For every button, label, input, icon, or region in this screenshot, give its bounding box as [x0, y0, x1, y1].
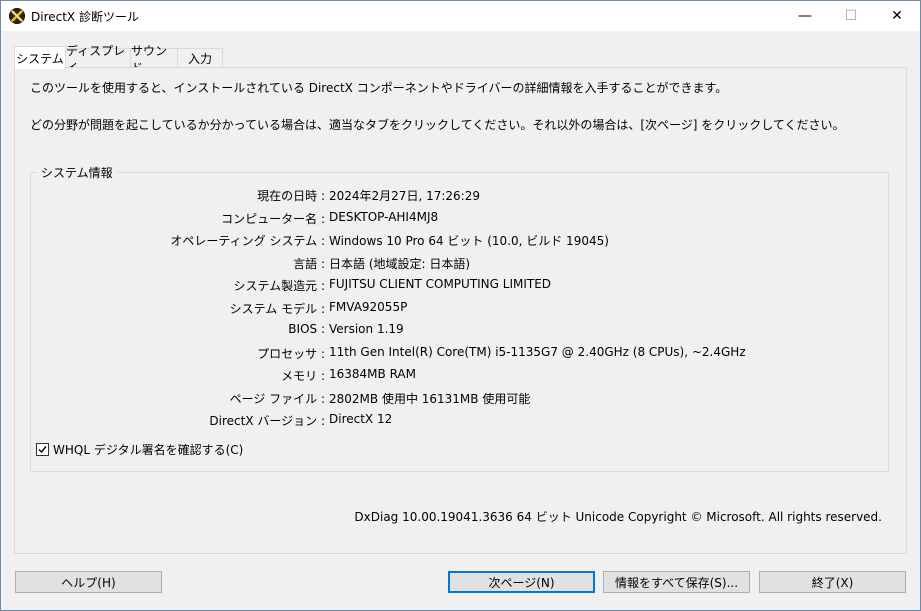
info-label: 言語 :	[293, 257, 325, 271]
whql-checkbox[interactable]	[36, 442, 49, 456]
maximize-button[interactable]: ☐	[828, 1, 874, 31]
info-value: 11th Gen Intel(R) Core(TM) i5-1135G7 @ 2…	[329, 345, 746, 359]
save-all-info-button[interactable]: 情報をすべて保存(S)...	[603, 571, 750, 593]
tab-sound[interactable]: サウンド	[130, 44, 178, 75]
intro-text-1: このツールを使用すると、インストールされている DirectX コンポーネントや…	[30, 81, 728, 95]
whql-checkbox-control[interactable]: WHQL デジタル署名を確認する(C)	[36, 441, 243, 457]
info-row-directx-version: DirectX バージョン : DirectX 12	[31, 412, 890, 430]
group-title: システム情報	[37, 164, 117, 181]
close-button[interactable]: ✕	[874, 1, 920, 31]
info-row-page-file: ページ ファイル : 2802MB 使用中 16131MB 使用可能	[31, 390, 890, 408]
tab-system[interactable]: システム	[14, 46, 66, 69]
info-value: 2024年2月27日, 17:26:29	[329, 189, 480, 203]
copyright-note: DxDiag 10.00.19041.3636 64 ビット Unicode C…	[354, 510, 882, 524]
info-value: Windows 10 Pro 64 ビット (10.0, ビルド 19045)	[329, 234, 609, 248]
whql-label: WHQL デジタル署名を確認する(C)	[53, 442, 244, 457]
exit-button[interactable]: 終了(X)	[759, 571, 906, 593]
system-info-group: システム情報 現在の日時 : 2024年2月27日, 17:26:29 コンピュ…	[30, 164, 890, 472]
info-value: Version 1.19	[329, 322, 404, 336]
minimize-button[interactable]: —	[782, 1, 828, 31]
info-label: システム製造元 :	[233, 279, 326, 293]
info-value: DESKTOP-AHI4MJ8	[329, 210, 439, 224]
info-row-bios: BIOS : Version 1.19	[31, 322, 890, 340]
info-row-os: オペレーティング システム : Windows 10 Pro 64 ビット (1…	[31, 232, 890, 250]
info-label: ページ ファイル :	[229, 392, 325, 406]
tab-input[interactable]: 入力	[177, 48, 223, 68]
tab-display[interactable]: ディスプレイ	[65, 44, 131, 75]
info-row-language: 言語 : 日本語 (地域設定: 日本語)	[31, 255, 890, 273]
info-row-memory: メモリ : 16384MB RAM	[31, 367, 890, 385]
help-button[interactable]: ヘルプ(H)	[15, 571, 162, 593]
info-row-datetime: 現在の日時 : 2024年2月27日, 17:26:29	[31, 187, 890, 205]
window-title: DirectX 診断ツール	[31, 10, 139, 24]
info-label: 現在の日時 :	[257, 189, 325, 203]
info-label: コンピューター名 :	[221, 212, 325, 226]
info-row-processor: プロセッサ : 11th Gen Intel(R) Core(TM) i5-11…	[31, 345, 890, 363]
intro-text-2: どの分野が問題を起こしているか分かっている場合は、適当なタブをクリックしてくださ…	[30, 118, 845, 132]
info-value: 2802MB 使用中 16131MB 使用可能	[329, 392, 531, 406]
info-value: FMVA92055P	[329, 300, 408, 314]
info-label: DirectX バージョン :	[209, 414, 325, 428]
system-tab-panel: このツールを使用すると、インストールされている DirectX コンポーネントや…	[14, 67, 907, 554]
info-row-model: システム モデル : FMVA92055P	[31, 300, 890, 318]
info-value: 日本語 (地域設定: 日本語)	[329, 257, 471, 271]
close-icon: ✕	[891, 8, 903, 24]
directx-icon	[9, 8, 25, 24]
maximize-icon: ☐	[844, 8, 858, 24]
info-label: メモリ :	[281, 369, 325, 383]
info-value: FUJITSU CLIENT COMPUTING LIMITED	[329, 277, 552, 291]
info-value: 16384MB RAM	[329, 367, 416, 381]
next-page-button[interactable]: 次ページ(N)	[448, 571, 595, 593]
info-label: プロセッサ :	[257, 347, 325, 361]
info-label: BIOS :	[288, 322, 325, 336]
title-bar[interactable]: DirectX 診断ツール — ☐ ✕	[1, 1, 920, 31]
info-row-manufacturer: システム製造元 : FUJITSU CLIENT COMPUTING LIMIT…	[31, 277, 890, 295]
info-row-computer-name: コンピューター名 : DESKTOP-AHI4MJ8	[31, 210, 890, 228]
info-value: DirectX 12	[329, 412, 393, 426]
info-label: システム モデル :	[229, 302, 325, 316]
info-label: オペレーティング システム :	[170, 234, 325, 248]
checkmark-icon	[38, 445, 47, 453]
minimize-icon: —	[798, 8, 812, 24]
dxdiag-window: DirectX 診断ツール — ☐ ✕ システム ディスプレイ サウンド 入力 …	[0, 0, 921, 611]
